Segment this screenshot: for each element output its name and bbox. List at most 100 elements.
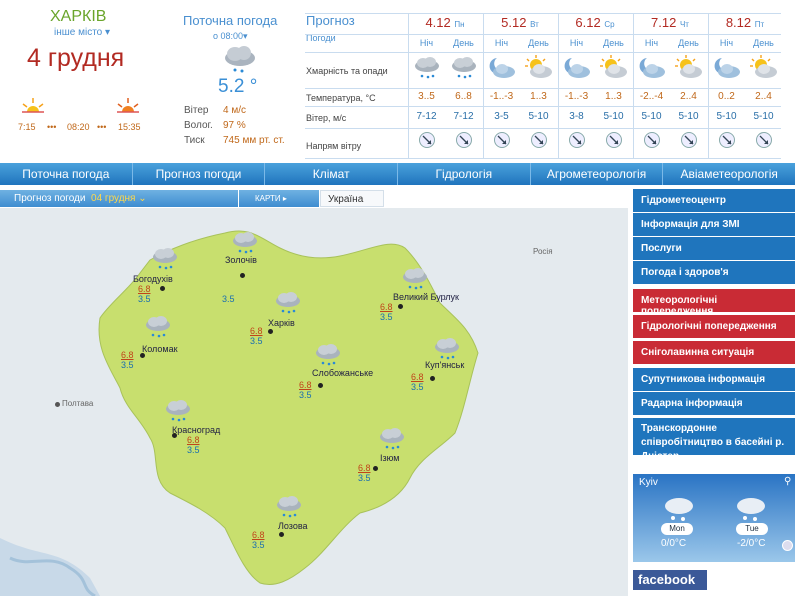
sidebar-link[interactable]: Інформація для ЗМІ: [633, 213, 795, 236]
sun-cloud-icon: [750, 55, 777, 78]
map-city-dot: [172, 433, 177, 438]
forecast-temperature: 1..3: [530, 91, 547, 102]
forecast-day-of-week: Пт: [754, 20, 765, 29]
forecast-date-select[interactable]: 04 грудня: [91, 193, 135, 204]
wind-direction-icon: [606, 132, 622, 148]
arrow-right-icon[interactable]: ▸: [281, 194, 287, 203]
map-city-label[interactable]: Богодухів: [133, 274, 173, 284]
forecast-temperature: -1..-3: [489, 91, 514, 102]
nav-forecast[interactable]: Прогноз погоди: [133, 163, 266, 185]
current-time-select[interactable]: о 08:00▾: [213, 31, 248, 42]
forecast-day-date: 4.12 Пн: [408, 15, 482, 30]
map-city-dot: [240, 273, 245, 278]
sunset-time: 15:35: [118, 122, 141, 132]
chevron-down-icon[interactable]: ⌄: [135, 193, 146, 204]
forecast-grid-line: [305, 106, 781, 107]
map-city-label[interactable]: Ізюм: [380, 453, 399, 463]
widget-temp-1: 0/0°C: [661, 538, 687, 549]
map-city-dot: [268, 329, 273, 334]
forecast-day-date: 7.12 Чт: [633, 15, 707, 30]
sidebar-link[interactable]: Транскордонне співробітництво в басейні …: [633, 418, 795, 462]
map-city-label[interactable]: Великий Бурлук: [393, 292, 459, 302]
map-city-label[interactable]: Лозова: [278, 521, 308, 531]
forecast-night-label: Ніч: [494, 38, 509, 48]
map-city-temp-max: 6.8: [299, 380, 312, 390]
nav-hydrology[interactable]: Гідрологія: [398, 163, 531, 185]
other-city-link[interactable]: інше місто ▾: [54, 27, 110, 38]
map-city-label[interactable]: Слобожанське: [312, 368, 373, 378]
search-icon[interactable]: ⚲: [784, 476, 791, 487]
map-city-temp-max: 6.8: [187, 435, 200, 445]
forecast-day-label: День: [678, 38, 699, 48]
other-city-label[interactable]: інше місто: [54, 27, 102, 38]
chevron-down-icon[interactable]: ▾: [102, 27, 110, 38]
sidebar-link[interactable]: Метеорологічні попередження: [633, 289, 795, 317]
forecast-day-label: День: [453, 38, 474, 48]
sidebar-link[interactable]: Гідрометеоцентр: [633, 189, 795, 212]
row-label-temp: Температура, °C: [306, 93, 376, 103]
forecast-date-value: 8.12: [725, 15, 752, 30]
nav-current-weather[interactable]: Поточна погода: [0, 163, 133, 185]
map-city-dot: [140, 353, 145, 358]
forecast-date-bar[interactable]: Прогноз погоди 04 грудня ⌄: [0, 190, 238, 207]
forecast-grid-line: [305, 13, 781, 14]
forecast-date-value: 7.12: [651, 15, 677, 30]
rain-cloud-icon: [435, 338, 459, 360]
day-length: 08:20: [67, 122, 90, 132]
forecast-day-label: День: [753, 38, 774, 48]
map-city-label[interactable]: Красноград: [172, 425, 220, 435]
nav-agrometeorology[interactable]: Агрометеорологія: [531, 163, 664, 185]
map-city-dot: [430, 376, 435, 381]
humidity-value: 97 %: [223, 120, 246, 131]
forecast-temperature: 6..8: [455, 91, 472, 102]
kyiv-weather-widget[interactable]: Kyiv ⚲ Mon Tue 0/0°C -2/0°C: [633, 474, 795, 562]
sidebar-link[interactable]: Радарна інформація: [633, 392, 795, 415]
wind-direction-icon: [644, 132, 660, 148]
forecast-date-value: 5.12: [501, 15, 527, 30]
maps-button[interactable]: КАРТИ ▸: [239, 190, 319, 207]
forecast-column-divider: [633, 13, 634, 158]
forecast-grid-line: [305, 88, 781, 89]
maps-label[interactable]: КАРТИ: [255, 194, 281, 203]
sidebar-link[interactable]: Погода і здоров'я: [633, 261, 795, 284]
map-city-label[interactable]: Золочів: [225, 255, 257, 265]
wind-direction-icon: [756, 132, 772, 148]
wind-direction-icon: [569, 132, 585, 148]
sidebar-link[interactable]: Сніголавинна ситуація: [633, 341, 795, 364]
sun-cloud-icon: [525, 55, 552, 78]
forecast-date-value: 4.12: [425, 15, 451, 30]
nav-aviameteorology[interactable]: Авіаметеорологія: [663, 163, 795, 185]
rain-cloud-icon: [233, 232, 257, 254]
region-map[interactable]: Полтава Росія Богодухів 6.8 3.5 Золочів 3.5 Х…: [0, 208, 628, 596]
forecast-night-label: Ніч: [719, 38, 734, 48]
current-time-label[interactable]: о 08:00: [213, 31, 243, 41]
chevron-down-icon[interactable]: ▾: [243, 31, 248, 41]
wind-value: 4 м/с: [223, 105, 246, 116]
forecast-day-of-week: Вт: [530, 20, 539, 29]
widget-temp-2: -2/0°C: [737, 538, 766, 549]
current-date: 4 грудня: [27, 44, 125, 72]
map-city-temp-max: 6.8: [380, 302, 393, 312]
region-tab-ukraine[interactable]: Україна: [320, 190, 384, 207]
current-temperature: 5.2 °: [218, 76, 258, 97]
sidebar-link[interactable]: Гідрологічні попередження: [633, 315, 795, 338]
nav-climate[interactable]: Клімат: [265, 163, 399, 185]
map-city-label[interactable]: Коломак: [142, 344, 178, 354]
map-city-label[interactable]: Куп'янськ: [425, 360, 464, 370]
poltava-dot: [55, 402, 60, 407]
map-city-temp-max: 6.8: [250, 326, 263, 336]
map-city-dot: [398, 304, 403, 309]
forecast-day-of-week: Ср: [604, 20, 615, 29]
map-city-temp-min: 3.5: [138, 294, 151, 304]
forecast-temperature: 2..4: [680, 91, 697, 102]
map-city-label[interactable]: Харків: [268, 318, 295, 328]
map-city-temp-max: 6.8: [358, 463, 371, 473]
sidebar-link[interactable]: Послуги: [633, 237, 795, 260]
map-city-temp-min: 3.5: [411, 382, 424, 392]
facebook-button[interactable]: facebook: [633, 570, 707, 590]
snow-cloud-icon: [665, 498, 693, 521]
rain-cloud-icon: [316, 344, 340, 366]
row-label-clouds: Хмарність та опади: [306, 66, 388, 76]
wind-label: Вітер: [184, 105, 209, 116]
sidebar-link[interactable]: Супутникова інформація: [633, 368, 795, 391]
